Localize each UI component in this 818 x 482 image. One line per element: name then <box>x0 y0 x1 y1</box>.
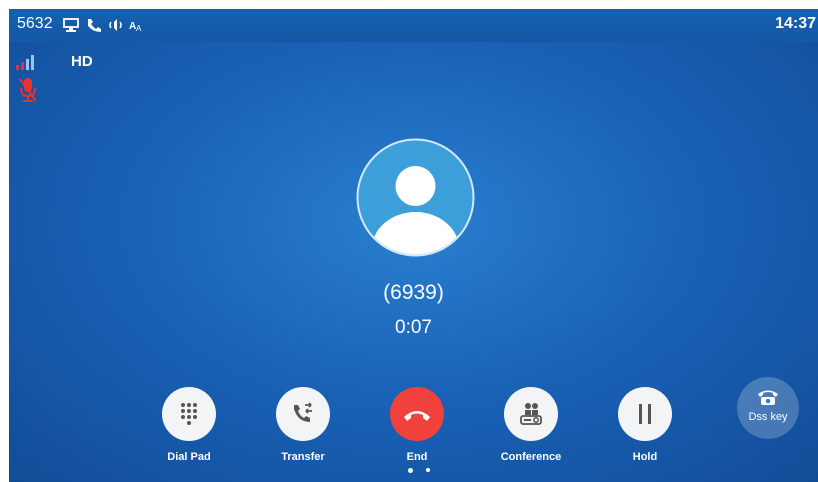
hold-icon <box>639 404 651 424</box>
transfer-label: Transfer <box>281 451 325 463</box>
status-bar: 5632 A A 14:37 <box>9 9 818 42</box>
call-screen: 5632 A A 14:37 HD (6939) 0:07 Dial Pad T… <box>9 9 818 482</box>
account-icon <box>63 18 79 32</box>
dss-phone-icon <box>758 390 778 405</box>
call-duration: 0:07 <box>395 317 432 338</box>
contact-avatar <box>356 138 475 257</box>
conference-icon <box>520 403 542 425</box>
caller-number: (6939) <box>383 281 444 304</box>
dial-pad-button[interactable] <box>162 387 216 441</box>
clock: 14:37 <box>775 15 816 32</box>
transfer-button[interactable] <box>276 387 330 441</box>
dial-pad-label: Dial Pad <box>167 451 211 463</box>
transfer-icon <box>294 402 312 422</box>
dss-key-button[interactable]: Dss key <box>737 377 799 439</box>
end-call-button[interactable] <box>390 387 444 441</box>
microphone-muted-icon <box>19 78 37 102</box>
end-call-label: End <box>406 451 428 463</box>
hold-button[interactable] <box>618 387 672 441</box>
dss-key-label: Dss key <box>748 411 788 423</box>
svg-text:A: A <box>136 24 142 33</box>
hd-badge: HD <box>71 53 93 70</box>
dialpad-icon <box>181 403 197 425</box>
input-method-icon: A A <box>129 21 142 33</box>
conference-button[interactable] <box>504 387 558 441</box>
page-indicator-active <box>408 468 413 473</box>
speaker-icon <box>109 19 122 31</box>
end-call-icon <box>404 411 430 421</box>
extension-number: 5632 <box>17 15 53 32</box>
conference-label: Conference <box>500 451 562 463</box>
page-indicator <box>426 468 430 472</box>
phone-icon <box>88 19 101 32</box>
hold-label: Hold <box>632 451 658 463</box>
signal-strength-icon <box>16 55 34 70</box>
